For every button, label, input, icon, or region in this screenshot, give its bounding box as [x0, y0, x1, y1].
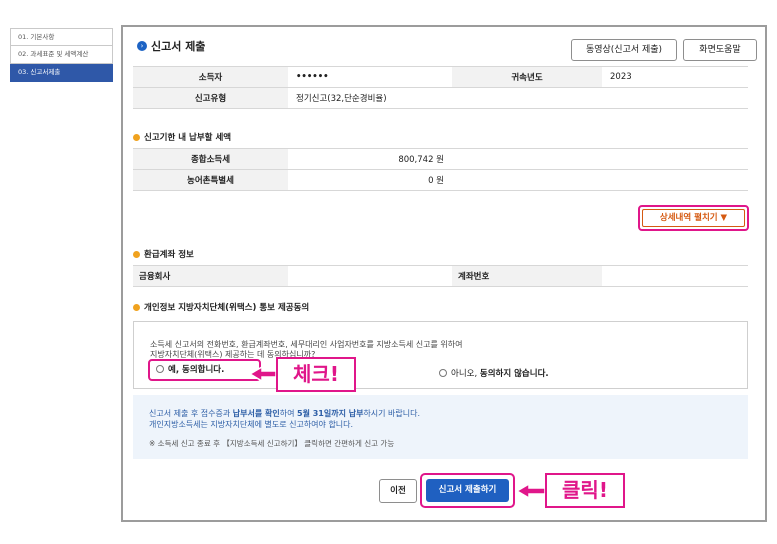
annotation-arrows	[248, 365, 546, 500]
click-callout: 클릭!	[545, 473, 625, 508]
check-callout: 체크!	[276, 357, 356, 392]
arrow-left-icon	[248, 365, 277, 383]
arrow-left-icon	[515, 482, 546, 500]
